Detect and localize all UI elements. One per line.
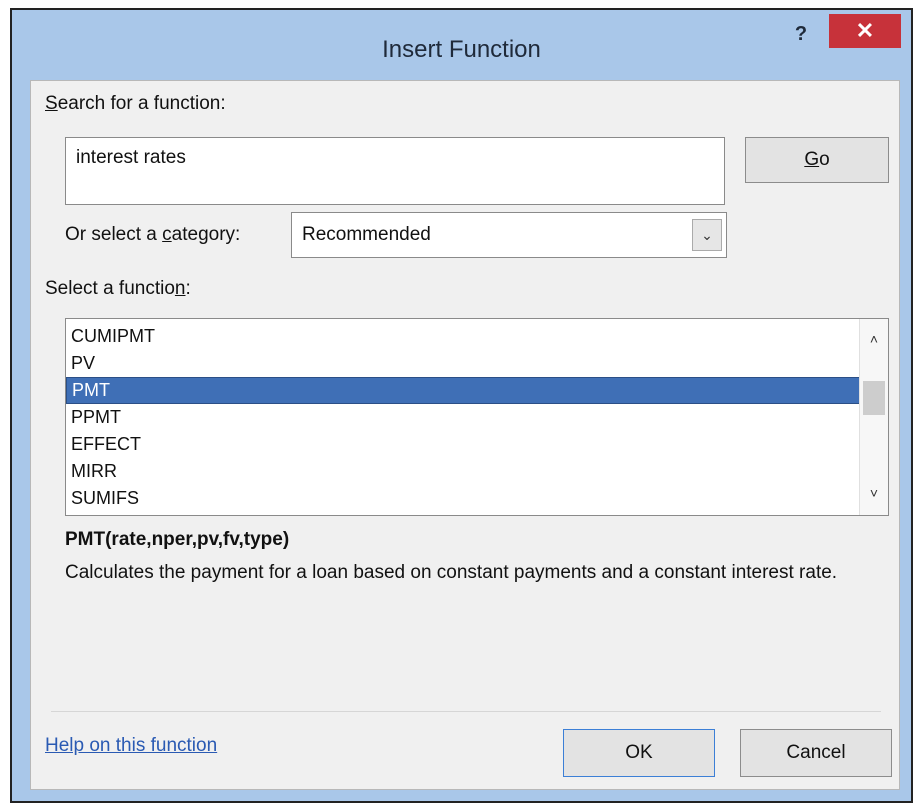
category-label: Or select a category: — [65, 224, 241, 245]
help-button[interactable]: ? — [787, 16, 815, 52]
category-value: Recommended — [302, 224, 431, 245]
list-item-pv[interactable]: PV — [66, 350, 860, 377]
list-item-sumifs[interactable]: SUMIFS — [66, 485, 860, 512]
list-item-ppmt[interactable]: PPMT — [66, 404, 860, 431]
scroll-down-icon[interactable]: ˅ — [860, 485, 888, 501]
help-on-function-link[interactable]: Help on this function — [45, 735, 217, 757]
title-bar[interactable]: Insert Function ? ✕ — [12, 10, 911, 80]
dialog-body: Search for a function: interest rates Go… — [30, 80, 900, 790]
function-list-label: Select a function: — [45, 278, 191, 299]
go-button[interactable]: Go — [745, 137, 889, 183]
function-description: Calculates the payment for a loan based … — [65, 562, 838, 583]
scroll-up-icon[interactable]: ˄ — [860, 331, 888, 347]
search-input[interactable]: interest rates — [65, 137, 725, 205]
chevron-down-icon[interactable]: ⌄ — [692, 219, 722, 251]
close-button[interactable]: ✕ — [829, 14, 901, 48]
function-list[interactable]: CUMIPMT PV PMT PPMT EFFECT MIRR SUMIFS ˄… — [65, 318, 889, 516]
cancel-button[interactable]: Cancel — [740, 729, 892, 777]
list-item-mirr[interactable]: MIRR — [66, 458, 860, 485]
close-icon: ✕ — [855, 18, 875, 43]
scroll-thumb[interactable] — [863, 381, 885, 415]
category-select[interactable]: Recommended ⌄ — [291, 212, 727, 258]
search-label: Search for a function: — [45, 93, 226, 114]
list-item-cumipmt[interactable]: CUMIPMT — [66, 323, 860, 350]
list-scrollbar[interactable]: ˄ ˅ — [859, 319, 888, 515]
list-item-effect[interactable]: EFFECT — [66, 431, 860, 458]
ok-button[interactable]: OK — [563, 729, 715, 777]
divider — [51, 711, 881, 712]
function-syntax: PMT(rate,nper,pv,fv,type) — [65, 529, 290, 550]
insert-function-dialog: Insert Function ? ✕ Search for a functio… — [10, 8, 913, 803]
list-item-pmt-selected[interactable]: PMT — [66, 377, 860, 404]
dialog-title: Insert Function — [382, 36, 541, 63]
